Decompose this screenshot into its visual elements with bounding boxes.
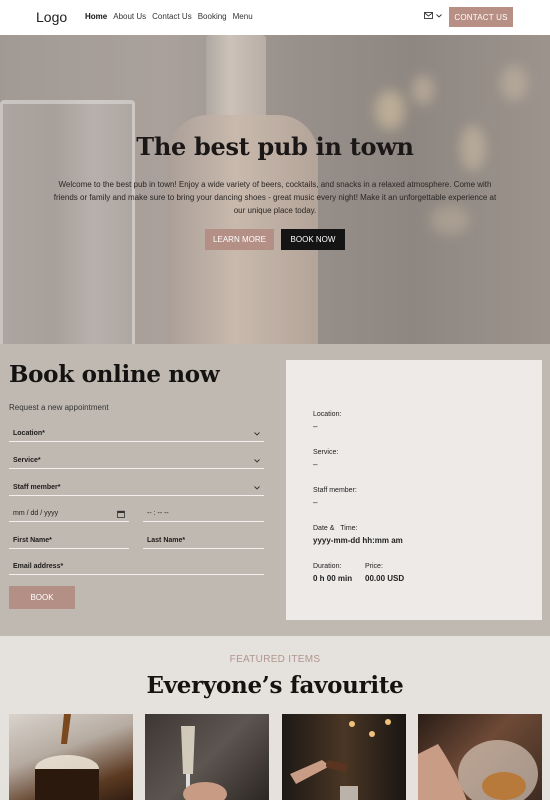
hero-section: The best pub in town Welcome to the best… [0, 35, 550, 344]
location-select[interactable]: Location* [9, 426, 264, 442]
contact-us-button[interactable]: CONTACT US [449, 7, 513, 27]
booking-section: Book online now Request a new appointmen… [0, 344, 550, 636]
chevron-down-icon [254, 485, 260, 490]
hero-title: The best pub in town [136, 132, 414, 161]
location-label: Location* [13, 430, 45, 437]
first-name-field[interactable]: First Name* [9, 533, 129, 549]
menu-item-booking[interactable]: Booking [198, 12, 227, 21]
time-input[interactable]: -- : -- -- [143, 506, 264, 522]
hero-buttons: LEARN MORE BOOK NOW [0, 229, 550, 250]
book-submit-button[interactable]: BOOK [9, 586, 75, 609]
last-name-field[interactable]: Last Name* [143, 533, 264, 549]
first-name-label: First Name* [13, 537, 52, 544]
envelope-icon [424, 12, 433, 19]
booking-summary-panel: Location: – Service: – Staff member: – D… [286, 360, 542, 620]
champagne-glass-image [181, 726, 227, 800]
booking-subtitle: Request a new appointment [9, 403, 109, 412]
featured-card[interactable] [145, 714, 269, 800]
menu-item-contact[interactable]: Contact Us [152, 12, 192, 21]
featured-card[interactable] [282, 714, 406, 800]
calendar-icon [117, 510, 125, 518]
date-placeholder: mm / dd / yyyy [13, 510, 59, 517]
featured-card[interactable] [9, 714, 133, 800]
featured-kicker: FEATURED ITEMS [229, 654, 321, 665]
booking-title: Book online now [9, 361, 220, 388]
beer-pour-image [35, 714, 99, 800]
menu-item-home[interactable]: Home [85, 12, 107, 21]
staff-member-select[interactable]: Staff member* [9, 480, 264, 496]
summary-price: Price: 00.00 USD [365, 563, 405, 583]
mail-dropdown[interactable] [424, 12, 442, 19]
email-field[interactable]: Email address* [9, 559, 264, 575]
last-name-label: Last Name* [147, 537, 186, 544]
featured-title: Everyone’s favourite [146, 672, 404, 699]
hero-description: Welcome to the best pub in town! Enjoy a… [53, 180, 497, 215]
main-menu: Home About Us Contact Us Booking Menu [85, 12, 253, 21]
bartender-pour-image [290, 719, 391, 800]
summary-duration: Duration: 0 h 00 min [313, 563, 353, 583]
chevron-down-icon [254, 458, 260, 463]
top-navigation: Logo Home About Us Contact Us Booking Me… [0, 0, 550, 35]
summary-datetime: Date & Time: yyyy-mm-dd hh:mm am [313, 525, 403, 545]
logo[interactable]: Logo [36, 9, 67, 25]
service-label: Service* [13, 457, 41, 464]
staff-member-label: Staff member* [13, 484, 61, 491]
summary-location: Location: – [313, 411, 342, 431]
whiskey-glass-image [418, 740, 538, 800]
time-placeholder: -- : -- -- [147, 510, 169, 517]
chevron-down-icon [436, 13, 442, 18]
summary-service: Service: – [313, 449, 339, 469]
hero-content: The best pub in town Welcome to the best… [0, 132, 550, 250]
summary-staff: Staff member: – [313, 487, 357, 507]
chevron-down-icon [254, 431, 260, 436]
date-input[interactable]: mm / dd / yyyy [9, 506, 129, 522]
email-label: Email address* [13, 563, 64, 570]
featured-section: FEATURED ITEMS Everyone’s favourite [0, 636, 550, 800]
service-select[interactable]: Service* [9, 453, 264, 469]
learn-more-button[interactable]: LEARN MORE [205, 229, 274, 250]
featured-card[interactable] [418, 714, 542, 800]
menu-item-about[interactable]: About Us [113, 12, 146, 21]
book-now-button[interactable]: BOOK NOW [281, 229, 345, 250]
menu-item-menu[interactable]: Menu [233, 12, 253, 21]
